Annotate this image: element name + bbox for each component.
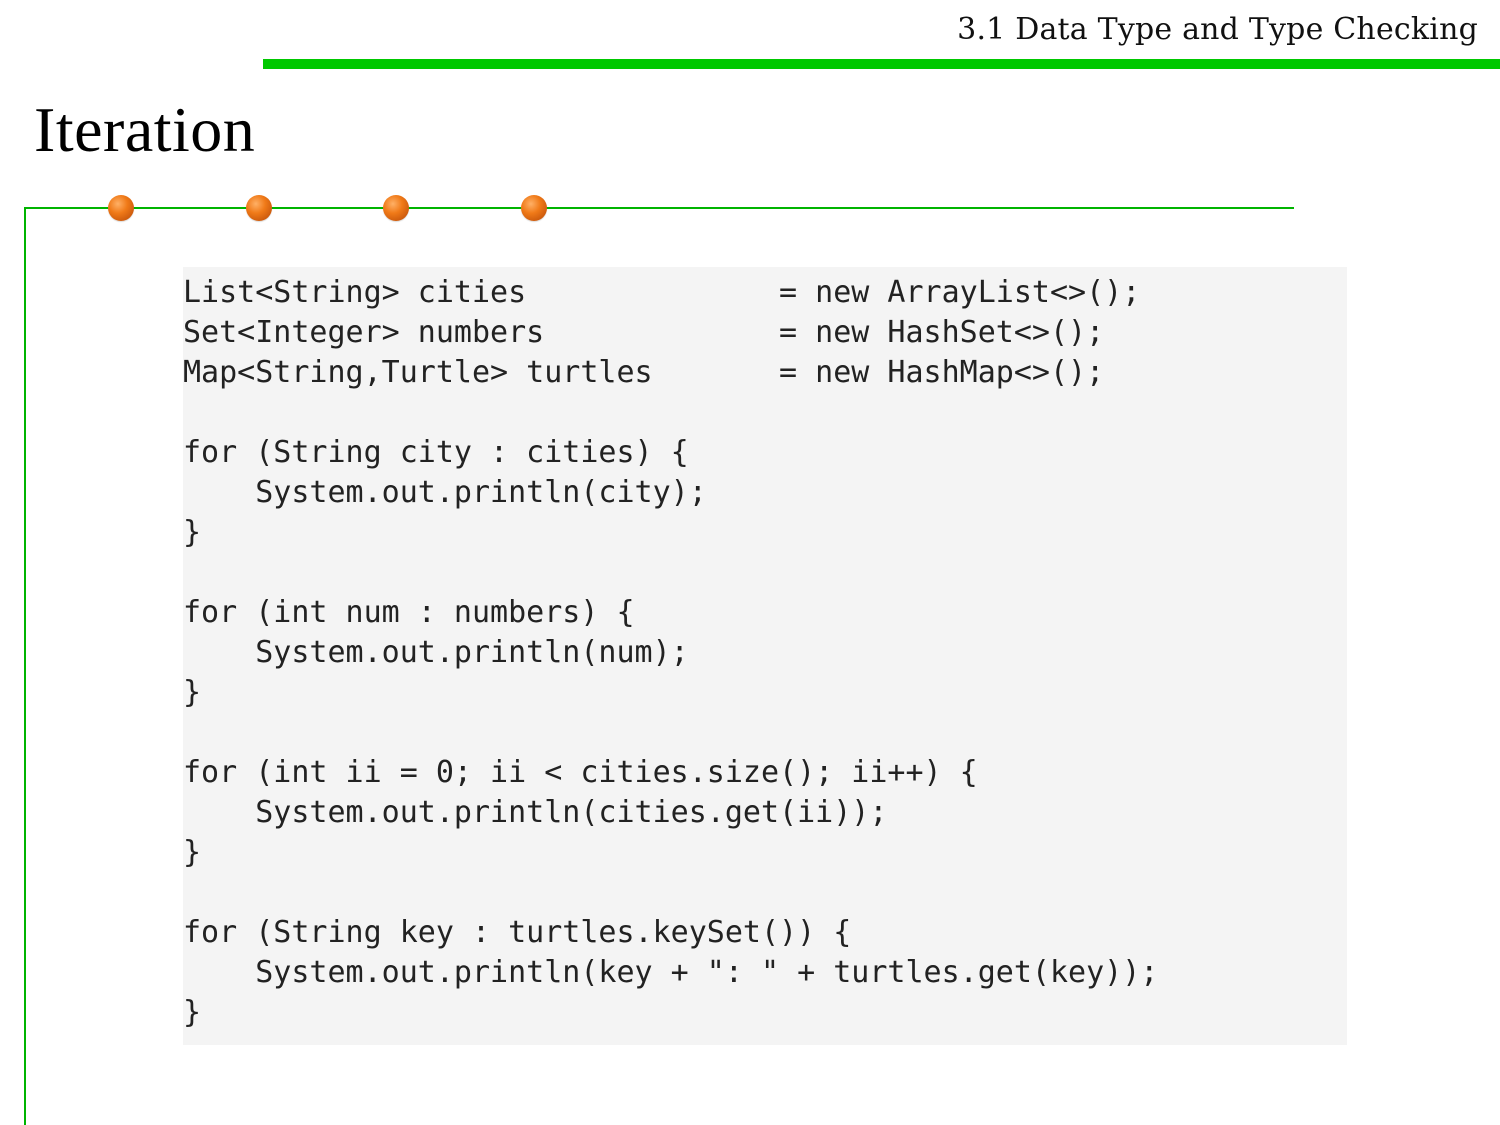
decorative-dot-3 xyxy=(383,195,409,221)
code-listing: List<String> cities = new ArrayList<>();… xyxy=(183,273,1158,1033)
code-line: for (String key : turtles.keySet()) { xyxy=(183,915,852,950)
code-line: for (String city : cities) { xyxy=(183,435,689,470)
code-line: } xyxy=(183,675,202,710)
code-line: for (int num : numbers) { xyxy=(183,595,635,630)
code-line: } xyxy=(183,515,202,550)
code-line: } xyxy=(183,995,202,1030)
code-line: Map<String,Turtle> turtles = new HashMap… xyxy=(183,355,1105,390)
code-line: Set<Integer> numbers = new HashSet<>(); xyxy=(183,315,1105,350)
header-section-title: 3.1 Data Type and Type Checking xyxy=(957,12,1478,47)
code-line: System.out.println(city); xyxy=(183,475,707,510)
frame-top-line xyxy=(24,207,1294,209)
decorative-dot-1 xyxy=(108,195,134,221)
frame-left-line xyxy=(24,207,26,1125)
code-line: System.out.println(num); xyxy=(183,635,689,670)
header-rule xyxy=(263,59,1500,69)
slide-title: Iteration xyxy=(34,94,256,165)
decorative-dot-4 xyxy=(521,195,547,221)
code-line: } xyxy=(183,835,202,870)
code-block: List<String> cities = new ArrayList<>();… xyxy=(183,267,1347,1045)
decorative-dot-2 xyxy=(246,195,272,221)
code-line: System.out.println(cities.get(ii)); xyxy=(183,795,888,830)
code-line: for (int ii = 0; ii < cities.size(); ii+… xyxy=(183,755,978,790)
code-line: System.out.println(key + ": " + turtles.… xyxy=(183,955,1159,990)
code-line: List<String> cities = new ArrayList<>(); xyxy=(183,275,1141,310)
